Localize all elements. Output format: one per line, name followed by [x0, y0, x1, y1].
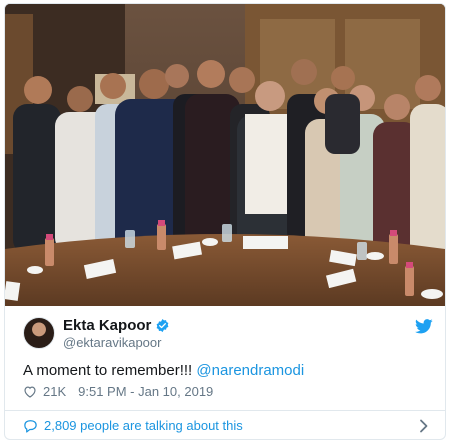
chevron-right-icon[interactable] [419, 419, 429, 433]
speech-bubble-icon [24, 419, 37, 433]
tweet-text: A moment to remember!!! @narendramodi [23, 362, 304, 379]
author-handle[interactable]: @ektaravikapoor [63, 335, 161, 350]
tweet-author-row[interactable]: Ekta Kapoor @ektaravikapoor [23, 315, 433, 351]
verified-badge-icon [156, 318, 169, 333]
twitter-bird-icon[interactable] [415, 319, 433, 334]
conversation-footer-link[interactable]: 2,809 people are talking about this [5, 410, 445, 439]
heart-outline-icon[interactable] [23, 385, 37, 398]
group-photo[interactable] [5, 4, 445, 306]
like-count[interactable]: 21K [43, 384, 66, 399]
mention-link[interactable]: @narendramodi [196, 362, 304, 379]
display-name-text: Ekta Kapoor [63, 317, 152, 334]
embedded-tweet-card[interactable]: Ekta Kapoor @ektaravikapoor A moment to … [4, 3, 446, 440]
conversation-count-text: 2,809 people are talking about this [44, 418, 243, 433]
author-display-name[interactable]: Ekta Kapoor [63, 317, 170, 334]
tweet-meta-row: 21K 9:51 PM - Jan 10, 2019 [23, 384, 213, 399]
avatar[interactable] [23, 317, 55, 349]
tweet-timestamp[interactable]: 9:51 PM - Jan 10, 2019 [78, 384, 213, 399]
group-photo-image [5, 4, 445, 306]
tweet-text-body: A moment to remember!!! [23, 362, 197, 379]
